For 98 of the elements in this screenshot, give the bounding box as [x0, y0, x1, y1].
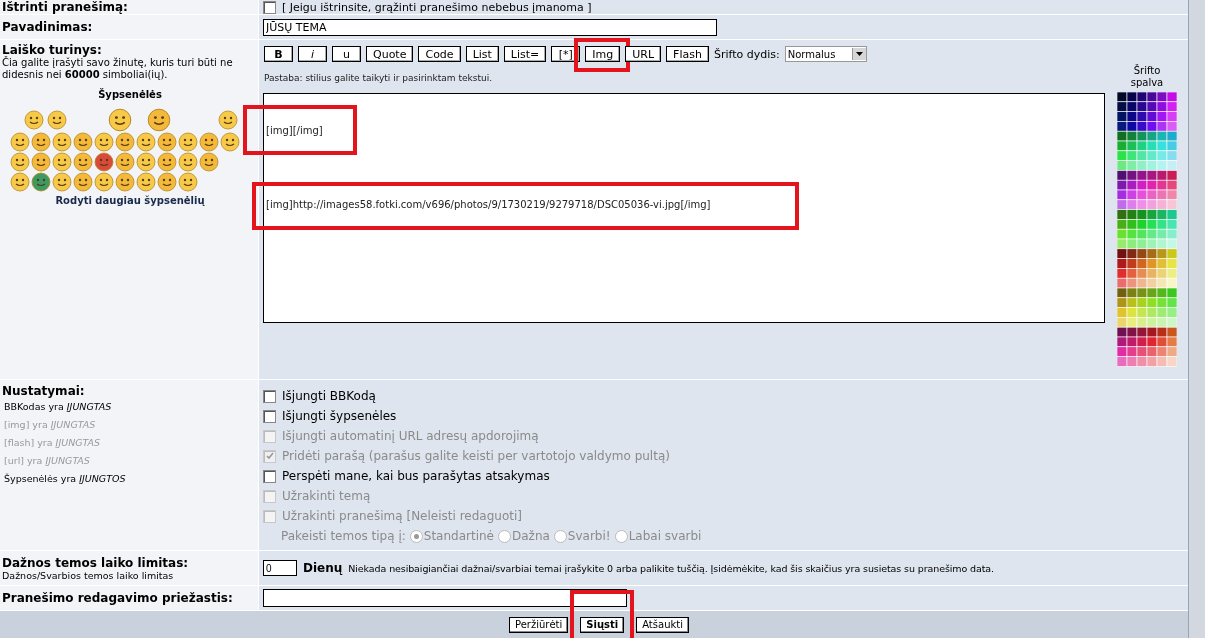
smiley-icon[interactable] — [178, 152, 198, 172]
smiley-icon[interactable] — [52, 132, 72, 152]
option-checkbox[interactable] — [263, 409, 276, 423]
option-label: Perspėti mane, kai bus parašytas atsakymas — [282, 469, 550, 483]
days-field[interactable]: 0 — [263, 560, 297, 576]
smiley-icon[interactable] — [94, 132, 114, 152]
smiley-icon[interactable] — [136, 152, 156, 172]
smiley-icon[interactable] — [115, 172, 135, 192]
field-label: Laiško turinys: — [2, 43, 102, 57]
format-button[interactable]: URL — [625, 46, 662, 62]
message-line: [img][/img] — [266, 125, 323, 136]
smiley-icon[interactable] — [199, 152, 219, 172]
smiley-icon[interactable] — [10, 172, 30, 192]
status-text: BBKodas yra ĮJUNGTAS — [4, 400, 112, 414]
field-sublabel: Dažnos/Svarbios temos laiko limitas — [2, 569, 175, 581]
field-label: Nustatymai: — [2, 384, 85, 398]
option-label: Užrakinti pranešimą [Neleisti redaguoti] — [282, 509, 522, 523]
limit-note: Niekada nesibaigiančiai dažnai/svarbiai temai įrašykite 0 arba palikite tuščią. Įsidėmėkite, kad šis skaičius yra susietas su pranešimo data. — [348, 562, 994, 574]
radio-label: Dažna — [512, 529, 550, 543]
status-text: Šypsenėlės yra ĮJUNGTOS — [4, 472, 126, 486]
subject-field[interactable]: JŪSŲ TEMA — [263, 18, 717, 36]
smiley-icon[interactable] — [10, 152, 30, 172]
status-text: [flash] yra ĮJUNGTAS — [4, 436, 101, 450]
format-button[interactable]: u — [332, 46, 361, 62]
radio-button[interactable] — [614, 529, 628, 543]
smiley-icon[interactable] — [10, 132, 30, 152]
delete-checkbox[interactable] — [263, 0, 276, 14]
topic-type-label: Pakeisti temos tipą į: — [281, 529, 406, 543]
form-button[interactable]: Peržiūrėti — [509, 616, 569, 633]
smiley-icon[interactable] — [178, 132, 198, 152]
option-label: Užrakinti temą — [282, 489, 371, 503]
format-button[interactable]: Code — [418, 46, 461, 62]
smiley-icon[interactable] — [218, 110, 238, 130]
field-label: Pavadinimas: — [2, 20, 93, 34]
option-checkbox[interactable] — [263, 389, 276, 403]
smiley-icon[interactable] — [31, 152, 51, 172]
message-line: [img]http://images58.fotki.com/v696/photos/9/1730219/9279718/DSC05036-vi.jpg[/img] — [266, 199, 711, 210]
smiley-icon[interactable] — [115, 132, 135, 152]
radio-label: Svarbi! — [567, 529, 611, 543]
format-button[interactable]: Img — [585, 46, 621, 62]
smiley-icon[interactable] — [115, 152, 135, 172]
smiley-icon[interactable] — [31, 172, 51, 192]
smiley-icon[interactable] — [73, 172, 93, 192]
days-unit: Dienų — [303, 561, 343, 575]
smiley-icon[interactable] — [73, 132, 93, 152]
field-label: Ištrinti pranešimą: — [2, 0, 128, 14]
format-button[interactable]: i — [298, 46, 327, 62]
font-color-label: Šrifto spalva — [1129, 65, 1165, 89]
field-label: Dažnos temos laiko limitas: — [2, 555, 190, 570]
option-checkbox[interactable] — [263, 469, 276, 483]
smiley-icon[interactable] — [52, 152, 72, 172]
smiley-icon[interactable] — [199, 132, 219, 152]
smiley-icon[interactable] — [220, 132, 240, 152]
style-note: Pastaba: stilius galite taikyti ir pasirinktam tekstui. — [264, 73, 492, 83]
status-text: [url] yra ĮJUNGTAS — [4, 454, 90, 468]
dropdown-arrow-icon — [855, 52, 863, 56]
smiley-icon[interactable] — [94, 172, 114, 192]
color-palette[interactable] — [1117, 92, 1177, 367]
smiley-icon[interactable] — [178, 172, 198, 192]
radio-button[interactable] — [498, 529, 511, 543]
smiley-icon[interactable] — [157, 152, 177, 172]
option-label: Išjungti BBKodą — [282, 389, 376, 403]
smiley-icon[interactable] — [157, 172, 177, 192]
smiley-icon[interactable] — [94, 152, 114, 172]
status-text: [img] yra ĮJUNGTAS — [4, 418, 96, 432]
option-label: Išjungti automatinį URL adresų apdorojimą — [282, 429, 539, 443]
format-button[interactable]: Quote — [366, 46, 414, 62]
smiley-icon[interactable] — [52, 172, 72, 192]
option-label: Išjungti šypsenėles — [282, 409, 397, 423]
font-size-select[interactable]: Normalus — [784, 46, 867, 62]
smiley-icon[interactable] — [136, 172, 156, 192]
format-button[interactable]: Flash — [666, 46, 709, 62]
smiley-icon[interactable] — [24, 110, 44, 130]
delete-note: [ Jeigu ištrinsite, grąžinti pranešimo nebebus įmanoma ] — [282, 0, 592, 14]
smiley-icon[interactable] — [31, 132, 51, 152]
format-button[interactable]: List — [465, 46, 499, 62]
smiley-icon[interactable] — [157, 132, 177, 152]
smilies-title: Šypsenėlės — [98, 89, 162, 100]
smiley-icon[interactable] — [108, 108, 132, 132]
form-button[interactable]: Atšaukti — [636, 616, 689, 633]
radio-label: Standartinė — [423, 529, 494, 543]
field-label: Pranešimo redagavimo priežastis: — [2, 591, 233, 605]
message-hint: Čia galite įrašyti savo žinutę, kuris turi būti ne didesnis nei 60000 simboliai(ių). — [2, 57, 234, 81]
more-smilies-link[interactable]: Rodyti daugiau šypsenėlių — [55, 195, 205, 206]
radio-label: Labai svarbi — [628, 529, 702, 543]
smiley-icon[interactable] — [147, 108, 171, 132]
reason-field[interactable] — [263, 589, 627, 607]
font-size-label: Šrifto dydis: — [713, 47, 780, 61]
option-label: Pridėti parašą (parašus galite keisti per vartotojo valdymo pultą) — [282, 449, 670, 463]
format-button[interactable]: B — [264, 46, 293, 62]
message-textarea[interactable]: [img][/img] [img]http://images58.fotki.com/v696/photos/9/1730219/9279718/DSC05036-vi.jpg[/img] — [263, 93, 1105, 323]
smiley-icon[interactable] — [73, 152, 93, 172]
smiley-icon[interactable] — [47, 110, 67, 130]
radio-button[interactable] — [409, 529, 423, 543]
form-button[interactable]: Siųsti — [580, 616, 625, 633]
format-button[interactable]: List= — [503, 46, 547, 62]
radio-button[interactable] — [553, 529, 567, 543]
smiley-icon[interactable] — [136, 132, 156, 152]
